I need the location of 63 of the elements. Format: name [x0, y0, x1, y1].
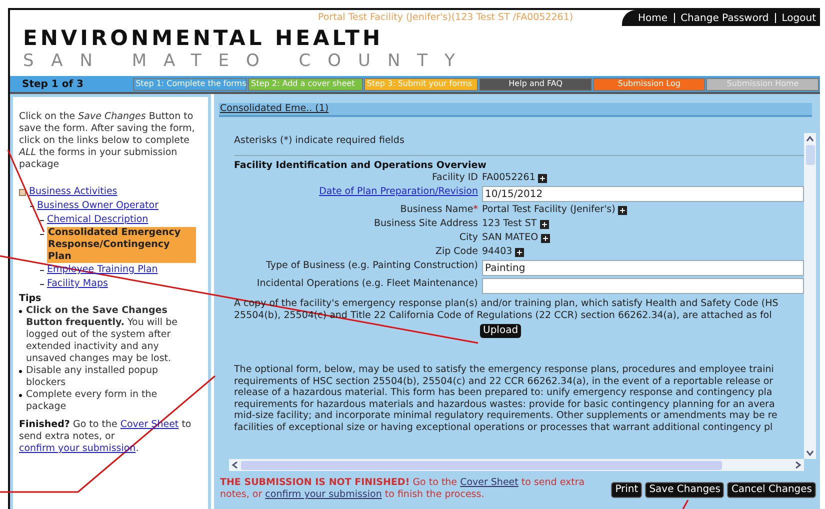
field-label: Business Name*: [400, 204, 478, 215]
form-section-title: Facility Identification and Operations Overview: [234, 160, 488, 172]
field-label: Facility ID: [432, 172, 478, 183]
tree-link[interactable]: Chemical Description: [47, 213, 148, 227]
tips-title: Tips: [19, 293, 42, 305]
facility-label: Portal Test Facility (Jenifer's)(123 Test ST /FA0052261): [318, 12, 574, 23]
sidebar-intro: Click on the Save Changes Button to save the form. After saving the form, click on the links below to complete ALL the forms in your submission package: [19, 111, 196, 171]
section-heading: Consolidated Eme.. (1): [219, 103, 812, 117]
submission-warning: THE SUBMISSION IS NOT FINISHED! Go to the Cover Sheet to send extra notes, or confirm your submission to finish the process.: [220, 477, 586, 501]
field-value: SAN MATEO: [482, 232, 538, 244]
top-nav-link[interactable]: Change Password: [680, 10, 769, 26]
field-label: Business Site Address: [374, 218, 478, 229]
scroll-right-icon[interactable]: [794, 461, 802, 469]
plus-icon[interactable]: [538, 174, 548, 182]
scrollbar-thumb[interactable]: [806, 145, 814, 165]
tree-link[interactable]: Consolidated Emergency Response/Contingency Plan: [47, 227, 196, 263]
bullet-icon: [19, 310, 22, 313]
tip-text: Click on the Save Changes Button frequently. You will be logged out of the system after extended inactivity and any unsaved changes may be lost.: [26, 305, 178, 365]
bullet-icon: [19, 370, 22, 373]
footer-button[interactable]: Print: [611, 482, 642, 498]
top-nav-link[interactable]: Logout: [782, 10, 816, 26]
horizontal-scrollbar[interactable]: [229, 459, 804, 471]
field-label[interactable]: Date of Plan Preparation/Revision: [319, 186, 478, 197]
field-label: City: [459, 232, 478, 243]
plus-icon[interactable]: [515, 248, 524, 256]
field-value: 94403: [482, 246, 512, 258]
vertical-scrollbar[interactable]: [804, 133, 816, 459]
site-title: ENVIRONMENTAL HEALTH: [23, 26, 384, 50]
confirm-link[interactable]: confirm your submission: [265, 489, 382, 500]
scroll-down-icon[interactable]: [806, 449, 814, 457]
field-label: Zip Code: [435, 246, 478, 257]
site-subtitle: SAN MATEO COUNTY: [23, 50, 473, 72]
collapse-icon[interactable]: [19, 189, 26, 196]
field-value: 123 Test ST: [482, 218, 537, 230]
required-note: Asterisks (*) indicate required fields: [234, 133, 804, 156]
text-field[interactable]: 10/15/2012: [482, 186, 804, 202]
tree-link[interactable]: Business Activities: [29, 185, 118, 199]
scroll-up-icon[interactable]: [806, 135, 814, 143]
field-label: Type of Business (e.g. Painting Construction): [266, 260, 478, 271]
step-tab[interactable]: Help and FAQ: [479, 78, 592, 90]
step-counter: Step 1 of 3: [22, 78, 85, 92]
plus-icon[interactable]: [541, 234, 550, 242]
upload-button[interactable]: Upload: [480, 324, 522, 338]
bullet-icon: [19, 394, 22, 397]
top-nav-link[interactable]: Home: [638, 10, 668, 26]
field-value: Portal Test Facility (Jenifer's): [482, 204, 616, 216]
scroll-left-icon[interactable]: [231, 461, 239, 469]
footer-button[interactable]: Cancel Changes: [727, 482, 816, 498]
tree-link[interactable]: Facility Maps: [47, 277, 108, 291]
tip-text: Complete every form in the package: [26, 389, 158, 413]
optional-paragraph: The optional form, below, may be used to satisfy the emergency response plans, procedures and employee traini requirements of HSC section 25504(b), 25504(c) and 22 CCR 66262.34(a), in the event of a reportable release or release of a hazardous material. This form has been prepared to: unify emergency response and contingency pla requirements for hazardous materials and hazardous wastes: provide for basic contingency planning for an avera mid-size facility; and incorporate minimal regulatory requirements. Other supplements or amendments may be re facilities of exceptional size or having exceptional operations or processes that warrant additional contingency pl: [234, 364, 778, 434]
tip-text: Disable any installed popup blockers: [26, 365, 159, 389]
scrollbar-thumb[interactable]: [241, 460, 722, 470]
field-value: FA0052261: [482, 172, 536, 184]
text-field[interactable]: Painting: [482, 260, 804, 276]
field-label: Incidental Operations (e.g. Fleet Maintenance): [256, 278, 478, 289]
tree-link[interactable]: Business Owner Operator: [37, 199, 158, 213]
leader-line: [682, 500, 689, 509]
text-field[interactable]: [482, 278, 804, 294]
plus-icon[interactable]: [540, 220, 549, 228]
footer-button[interactable]: Save Changes: [645, 482, 724, 498]
cover-sheet-link[interactable]: Cover Sheet: [460, 477, 518, 488]
plus-icon[interactable]: [618, 206, 628, 214]
